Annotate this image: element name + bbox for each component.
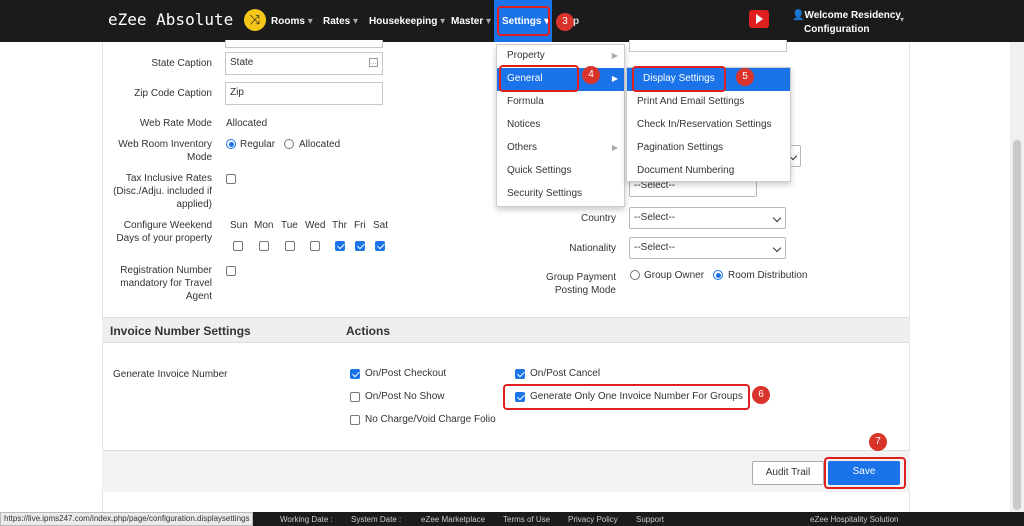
post-no-show-checkbox[interactable] (350, 392, 360, 402)
highlight-display-settings (632, 66, 726, 92)
group-payment-label: Group Payment Posting Mode (545, 272, 616, 296)
step-badge-5: 5 (736, 68, 754, 86)
nav-help-partial[interactable]: p (573, 16, 579, 27)
nationality-select[interactable]: --Select-- (629, 237, 786, 259)
group-owner-radio[interactable] (630, 270, 640, 280)
submenu-arrow-icon: ▶ (611, 51, 618, 60)
weekend-tue-checkbox[interactable] (285, 241, 295, 251)
marketplace-link[interactable]: eZee Marketplace (421, 515, 485, 524)
step-badge-6: 6 (752, 386, 770, 404)
highlight-settings (497, 6, 550, 36)
app-logo[interactable]: eZee Absolute (108, 10, 233, 29)
registration-mandatory-checkbox[interactable] (226, 266, 236, 276)
post-cancel-label: On/Post Cancel (530, 368, 601, 379)
youtube-icon[interactable] (749, 10, 769, 28)
partial-input-top[interactable] (225, 40, 383, 48)
web-room-inventory-label: Web Room Inventory Mode (118, 139, 212, 163)
field-options-icon[interactable]: … (369, 58, 378, 67)
step-badge-7: 7 (869, 433, 887, 451)
system-date-label: System Date : (351, 515, 402, 524)
menu-item-others[interactable]: Others ▶ (497, 137, 624, 160)
inventory-regular-label: Regular (240, 139, 276, 150)
nav-rooms[interactable]: Rooms ▾ (271, 16, 313, 27)
state-caption-input[interactable]: State (225, 52, 383, 75)
submenu-print-email-settings[interactable]: Print And Email Settings (627, 91, 790, 114)
nationality-label: Nationality (569, 243, 616, 254)
tax-inclusive-checkbox[interactable] (226, 174, 236, 184)
partial-input-right-top[interactable] (629, 40, 787, 52)
weekend-wed-checkbox[interactable] (310, 241, 320, 251)
weekend-day-fri: Fri (354, 220, 366, 231)
tax-inclusive-label: Tax Inclusive Rates (Disc./Adju. include… (113, 173, 212, 210)
switch-property-icon[interactable]: ⤨ (244, 9, 266, 31)
nav-housekeeping[interactable]: Housekeeping ▾ (369, 16, 445, 27)
privacy-link[interactable]: Privacy Policy (568, 515, 618, 524)
menu-item-security-settings[interactable]: Security Settings (497, 183, 624, 206)
weekend-sat-checkbox[interactable] (375, 241, 385, 251)
weekend-fri-checkbox[interactable] (355, 241, 365, 251)
audit-trail-button[interactable]: Audit Trail (752, 461, 824, 485)
web-rate-mode-value: Allocated (226, 118, 268, 129)
weekend-days-label: Configure Weekend Days of your property (116, 220, 212, 244)
post-cancel-checkbox[interactable] (515, 369, 525, 379)
zip-caption-input[interactable]: Zip (225, 82, 383, 105)
weekend-thr-checkbox[interactable] (335, 241, 345, 251)
zip-caption-label: Zip Code Caption (134, 88, 212, 99)
user-icon: 👤 (792, 10, 805, 21)
state-caption-label: State Caption (151, 58, 212, 69)
highlight-save (824, 457, 906, 489)
inventory-allocated-label: Allocated (299, 139, 341, 150)
weekend-mon-checkbox[interactable] (259, 241, 269, 251)
browser-status-url: https://live.ipms247.com/index.php/page/… (0, 512, 254, 526)
submenu-arrow-icon: ▶ (611, 74, 618, 83)
country-label: Country (580, 213, 616, 224)
room-distribution-label: Room Distribution (728, 270, 808, 281)
invoice-section-title: Invoice Number Settings (110, 324, 251, 338)
web-rate-mode-label: Web Rate Mode (139, 118, 212, 129)
user-menu[interactable]: 👤Welcome Residency Configuration (792, 9, 901, 37)
group-owner-label: Group Owner (644, 270, 705, 281)
terms-link[interactable]: Terms of Use (503, 515, 550, 524)
submenu-arrow-icon: ▶ (611, 143, 618, 152)
room-distribution-radio[interactable] (713, 270, 723, 280)
inventory-regular-radio[interactable] (226, 139, 236, 149)
weekend-day-tue: Tue (281, 220, 298, 231)
scrollbar-thumb[interactable] (1013, 140, 1021, 510)
weekend-day-wed: Wed (305, 220, 326, 231)
submenu-document-numbering[interactable]: Document Numbering (627, 160, 790, 183)
support-link[interactable]: Support (636, 515, 664, 524)
nav-rates[interactable]: Rates ▾ (323, 16, 358, 27)
generate-invoice-label: Generate Invoice Number (113, 369, 228, 380)
weekend-day-mon: Mon (254, 220, 274, 231)
step-badge-4: 4 (582, 66, 600, 84)
working-date-label: Working Date : (280, 515, 333, 524)
submenu-pagination-settings[interactable]: Pagination Settings (627, 137, 790, 160)
submenu-checkin-reservation-settings[interactable]: Check In/Reservation Settings (627, 114, 790, 137)
void-charge-checkbox[interactable] (350, 415, 360, 425)
highlight-one-invoice (503, 384, 750, 410)
inventory-allocated-radio[interactable] (284, 139, 294, 149)
country-select[interactable]: --Select-- (629, 207, 786, 229)
registration-mandatory-label: Registration Number mandatory for Travel… (120, 265, 212, 302)
actions-title: Actions (346, 324, 391, 338)
menu-item-notices[interactable]: Notices (497, 114, 624, 137)
highlight-general (499, 65, 579, 92)
post-no-show-label: On/Post No Show (365, 391, 445, 402)
post-checkout-label: On/Post Checkout (365, 368, 447, 379)
weekend-day-sat: Sat (373, 220, 389, 231)
weekend-day-sun: Sun (230, 220, 248, 231)
menu-item-formula[interactable]: Formula (497, 91, 624, 114)
post-checkout-checkbox[interactable] (350, 369, 360, 379)
weekend-day-thr: Thr (332, 220, 347, 231)
nav-master[interactable]: Master ▾ (451, 16, 491, 27)
void-charge-label: No Charge/Void Charge Folio (365, 414, 496, 425)
weekend-sun-checkbox[interactable] (233, 241, 243, 251)
step-badge-3: 3 (556, 13, 574, 31)
user-menu-caret-icon[interactable]: ▾ (900, 15, 904, 24)
menu-item-quick-settings[interactable]: Quick Settings (497, 160, 624, 183)
company-name: eZee Hospitality Solution (810, 515, 899, 524)
